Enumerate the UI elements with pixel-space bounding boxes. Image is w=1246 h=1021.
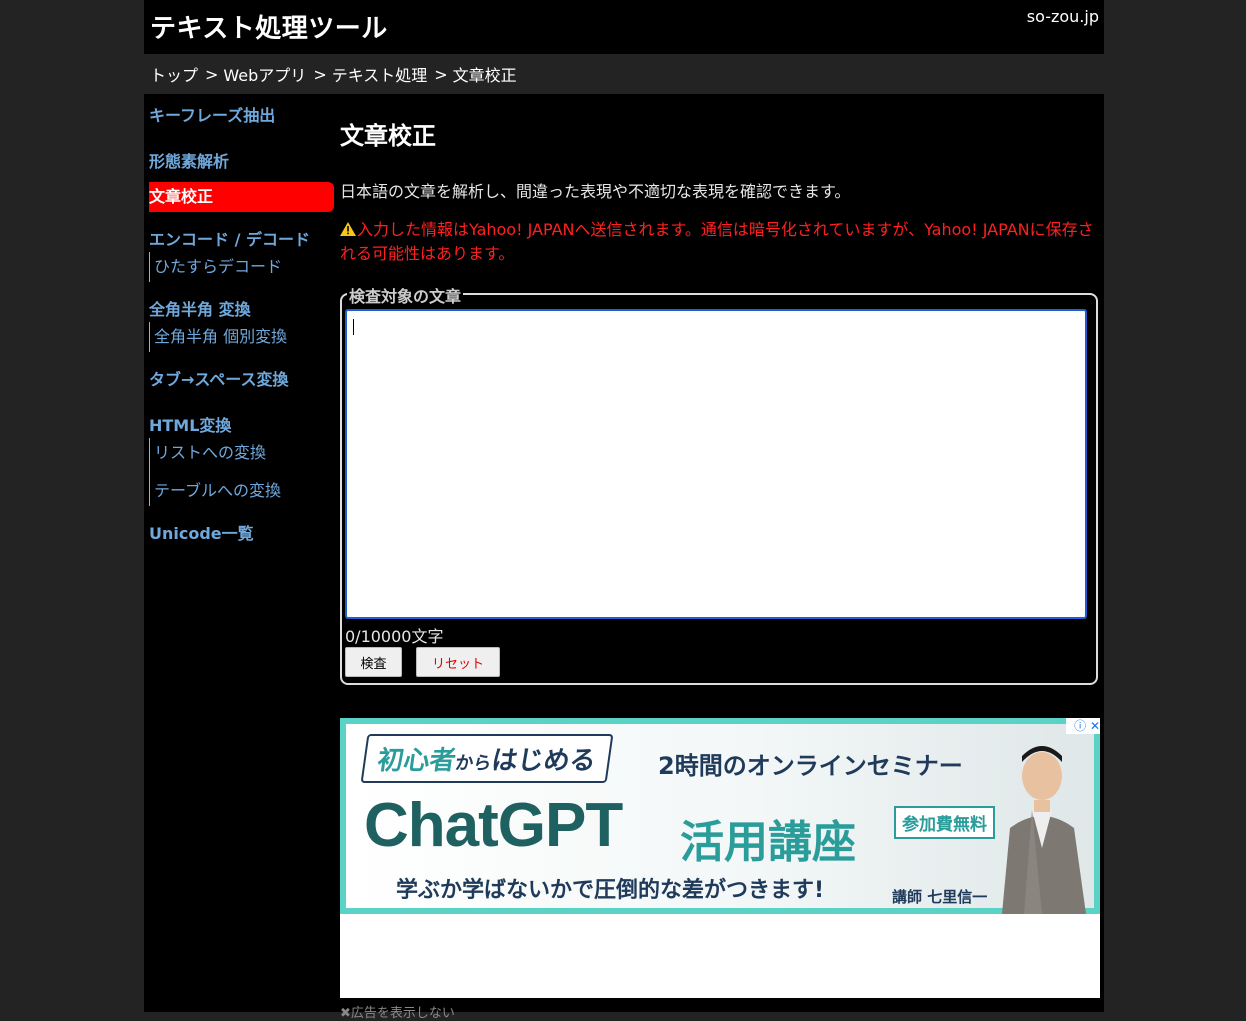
breadcrumb-separator: > <box>313 64 327 84</box>
ad-main-text: ChatGPT <box>364 791 623 860</box>
reset-button[interactable]: リセット <box>416 647 500 677</box>
sidebar-item-unicode[interactable]: Unicode一覧 <box>149 522 334 546</box>
ad-main-text2: 活用講座 <box>680 817 856 868</box>
site-domain-link[interactable]: so-zou.jp <box>1027 7 1099 26</box>
breadcrumb-webapp[interactable]: Webアプリ <box>223 62 306 86</box>
sidebar-subitem-list[interactable]: リストへの変換 <box>154 438 334 476</box>
ad-close-icon[interactable]: ⓘ ✕ <box>1066 718 1100 734</box>
sidebar-subitem-table[interactable]: テーブルへの変換 <box>154 476 334 506</box>
advertisement[interactable]: 初心者からはじめる 2時間のオンラインセミナー ChatGPT 活用講座 参加費… <box>340 718 1100 998</box>
sidebar-item-morphology[interactable]: 形態素解析 <box>149 150 334 174</box>
sidebar-item-proofreading[interactable]: 文章校正 <box>149 182 334 212</box>
ad-free-badge: 参加費無料 <box>894 806 995 839</box>
sidebar-item-zenkaku-hankaku[interactable]: 全角半角 変換 <box>149 298 334 322</box>
ad-tagline: 初心者からはじめる <box>360 734 614 783</box>
breadcrumb-top[interactable]: トップ <box>150 62 198 86</box>
warning-text: 入力した情報はYahoo! JAPANへ送信されます。通信は暗号化されていますが… <box>340 220 1094 263</box>
page-description: 日本語の文章を解析し、間違った表現や不適切な表現を確認できます。 <box>340 182 851 201</box>
sidebar-subitem-zenkaku-individual[interactable]: 全角半角 個別変換 <box>154 322 334 352</box>
sidebar-item-html[interactable]: HTML変換 <box>149 414 334 438</box>
text-caret <box>353 319 354 335</box>
ad-banner-inner: 初心者からはじめる 2時間のオンラインセミナー ChatGPT 活用講座 参加費… <box>346 724 1094 908</box>
sidebar-item-encode-decode[interactable]: エンコード / デコード <box>149 228 334 252</box>
breadcrumb-separator: > <box>434 64 448 84</box>
sidebar-subgroup: リストへの変換 テーブルへの変換 <box>149 438 334 506</box>
sidebar-item-tab-space[interactable]: タブ→スペース変換 <box>149 368 334 392</box>
ad-catchphrase: 学ぶか学ばないかで圧倒的な差がつきます! <box>396 878 825 903</box>
sidebar-subgroup: ひたすらデコード <box>149 252 334 282</box>
input-fieldset: 検査対象の文章 0/10000文字 検査 リセット <box>340 283 1098 685</box>
ad-teacher-name: 講師 七里信一 <box>892 888 988 906</box>
breadcrumb-separator: > <box>205 64 219 84</box>
warning-message: 入力した情報はYahoo! JAPANへ送信されます。通信は暗号化されていますが… <box>340 218 1100 266</box>
ad-banner[interactable]: 初心者からはじめる 2時間のオンラインセミナー ChatGPT 活用講座 参加費… <box>340 718 1100 914</box>
site-header: テキスト処理ツール so-zou.jp <box>144 0 1104 54</box>
fieldset-legend: 検査対象の文章 <box>347 283 464 307</box>
sidebar-item-keyphrase[interactable]: キーフレーズ抽出 <box>149 104 334 128</box>
ad-person-image <box>1002 746 1086 914</box>
breadcrumb-current: 文章校正 <box>452 66 517 85</box>
sidebar-subgroup: 全角半角 個別変換 <box>149 322 334 352</box>
check-button[interactable]: 検査 <box>345 647 402 677</box>
page-container: テキスト処理ツール so-zou.jp トップ > Webアプリ > テキスト処… <box>144 0 1104 1021</box>
warning-icon <box>340 222 356 236</box>
ad-subtitle: 2時間のオンラインセミナー <box>658 752 963 780</box>
site-title[interactable]: テキスト処理ツール <box>150 8 388 45</box>
breadcrumb: トップ > Webアプリ > テキスト処理 > 文章校正 <box>144 54 1104 94</box>
sidebar: キーフレーズ抽出 形態素解析 文章校正 エンコード / デコード ひたすらデコー… <box>149 94 334 546</box>
text-input-area[interactable] <box>345 309 1087 619</box>
char-count: 0/10000文字 <box>345 627 444 646</box>
breadcrumb-text-processing[interactable]: テキスト処理 <box>332 62 428 86</box>
sidebar-subitem-decode[interactable]: ひたすらデコード <box>154 252 334 282</box>
page-title: 文章校正 <box>340 122 436 150</box>
